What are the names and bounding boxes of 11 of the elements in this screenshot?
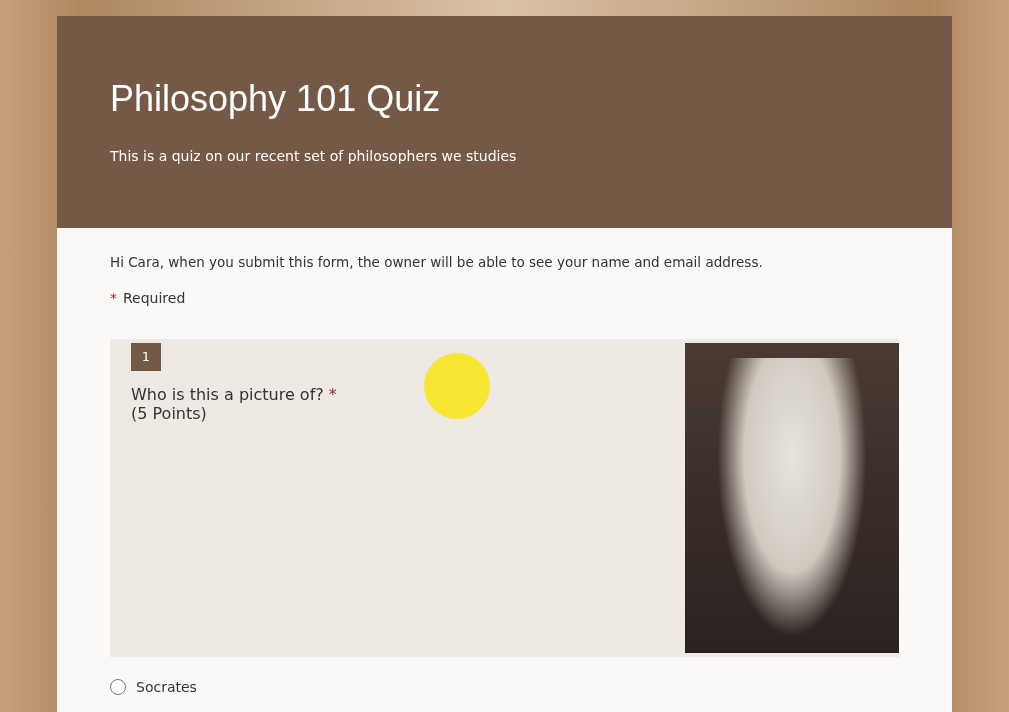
question-points: (5 Points): [131, 404, 208, 423]
required-asterisk: *: [110, 290, 117, 306]
form-description: This is a quiz on our recent set of philosophers we studies: [110, 148, 518, 164]
radio-button[interactable]: [110, 679, 126, 695]
form-title: Philosophy 101 Quiz: [110, 78, 442, 120]
question-title: Who is this a picture of?: [131, 385, 324, 404]
option-label[interactable]: Socrates: [136, 679, 197, 695]
required-asterisk: *: [328, 385, 337, 404]
privacy-notice: Hi Cara, when you submit this form, the owner will be able to see your name and email address.: [110, 254, 764, 270]
question-number: 1: [131, 343, 161, 371]
required-label: Required: [123, 290, 186, 306]
